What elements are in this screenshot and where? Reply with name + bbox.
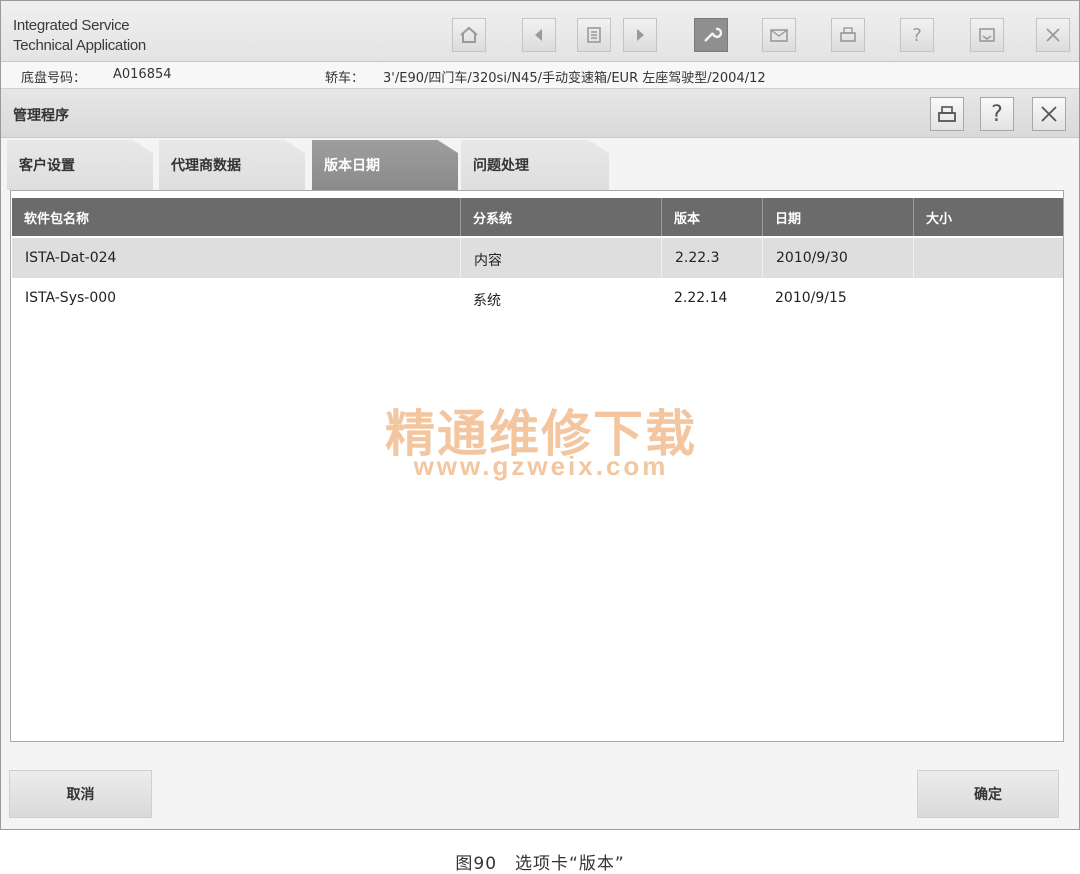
dialog-header: 管理程序 ? [1,89,1079,138]
vehicle-info-bar: 底盘号码： A016854 轿车： 3'/E90/四门车/320si/N45/手… [1,62,1079,89]
minimize-button[interactable] [970,18,1004,52]
list-icon [587,27,601,43]
app-toolbar: Integrated Service Technical Application… [1,1,1079,62]
print-button[interactable] [831,18,865,52]
cancel-button[interactable]: 取消 [9,770,152,818]
tab-dealer-data[interactable]: 代理商数据 [159,140,305,190]
tab-customer-settings[interactable]: 客户设置 [7,140,153,190]
table-row[interactable]: ISTA-Dat-024 内容 2.22.3 2010/9/30 [12,238,1063,278]
ok-button[interactable]: 确定 [917,770,1059,818]
home-button[interactable] [452,18,486,52]
ista-window: Integrated Service Technical Application… [0,0,1080,830]
workshop-button[interactable] [694,18,728,52]
column-header-version[interactable]: 版本 [661,198,762,236]
chassis-value: A016854 [113,67,172,82]
tab-bar: 客户设置 代理商数据 版本日期 问题处理 [1,138,1079,190]
dialog-print-button[interactable] [930,97,964,131]
tab-troubleshooting[interactable]: 问题处理 [461,140,609,190]
history-button[interactable] [577,18,611,52]
figure-caption: 图90 选项卡“版本” [455,854,625,874]
forward-button[interactable] [623,18,657,52]
cell-subsystem: 系统 [473,293,501,309]
model-label: 轿车： [325,71,365,86]
close-app-button[interactable] [1036,18,1070,52]
help-button[interactable]: ? [900,18,934,52]
table-row[interactable]: ISTA-Sys-000 系统 2.22.14 2010/9/15 [12,278,1063,318]
messages-button[interactable] [762,18,796,52]
cell-size [913,238,1063,278]
cell-version: 2.22.3 [661,238,762,278]
envelope-icon [770,29,788,42]
watermark-url: www.gzweix.com [413,451,669,481]
wrench-icon [704,27,722,42]
column-header-date[interactable]: 日期 [762,198,913,236]
close-icon [1041,106,1057,122]
app-title-line1: Integrated Service [13,17,130,34]
table-header: 软件包名称 分系统 版本 日期 大小 [12,198,1063,236]
back-arrow-icon [535,29,542,41]
app-title: Integrated Service Technical Application [13,16,233,56]
dialog-close-button[interactable] [1032,97,1066,131]
help-icon: ? [912,24,922,46]
chassis-label: 底盘号码： [21,71,87,86]
app-title-line2: Technical Application [13,37,146,54]
cell-size [913,278,1063,318]
cell-date: 2010/9/15 [775,290,847,306]
cell-date: 2010/9/30 [762,238,913,278]
dialog-title: 管理程序 [13,108,69,124]
cell-subsystem: 内容 [460,238,661,278]
printer-icon [938,106,956,122]
help-icon: ? [991,101,1003,127]
cell-package-name: ISTA-Dat-024 [25,250,117,266]
tab-version-date[interactable]: 版本日期 [312,140,458,190]
home-icon [460,26,478,43]
cell-package-name: ISTA-Sys-000 [25,290,117,306]
dialog-help-button[interactable]: ? [980,97,1014,131]
minimize-icon [979,28,995,42]
column-header-subsystem[interactable]: 分系统 [460,198,661,236]
column-header-package-name[interactable]: 软件包名称 [12,198,460,236]
column-header-size[interactable]: 大小 [913,198,1063,236]
back-button[interactable] [522,18,556,52]
close-icon [1046,28,1060,42]
cell-version: 2.22.14 [674,290,728,306]
forward-arrow-icon [637,29,644,41]
model-value: 3'/E90/四门车/320si/N45/手动变速箱/EUR 左座驾驶型/200… [383,71,766,86]
printer-icon [840,27,856,42]
